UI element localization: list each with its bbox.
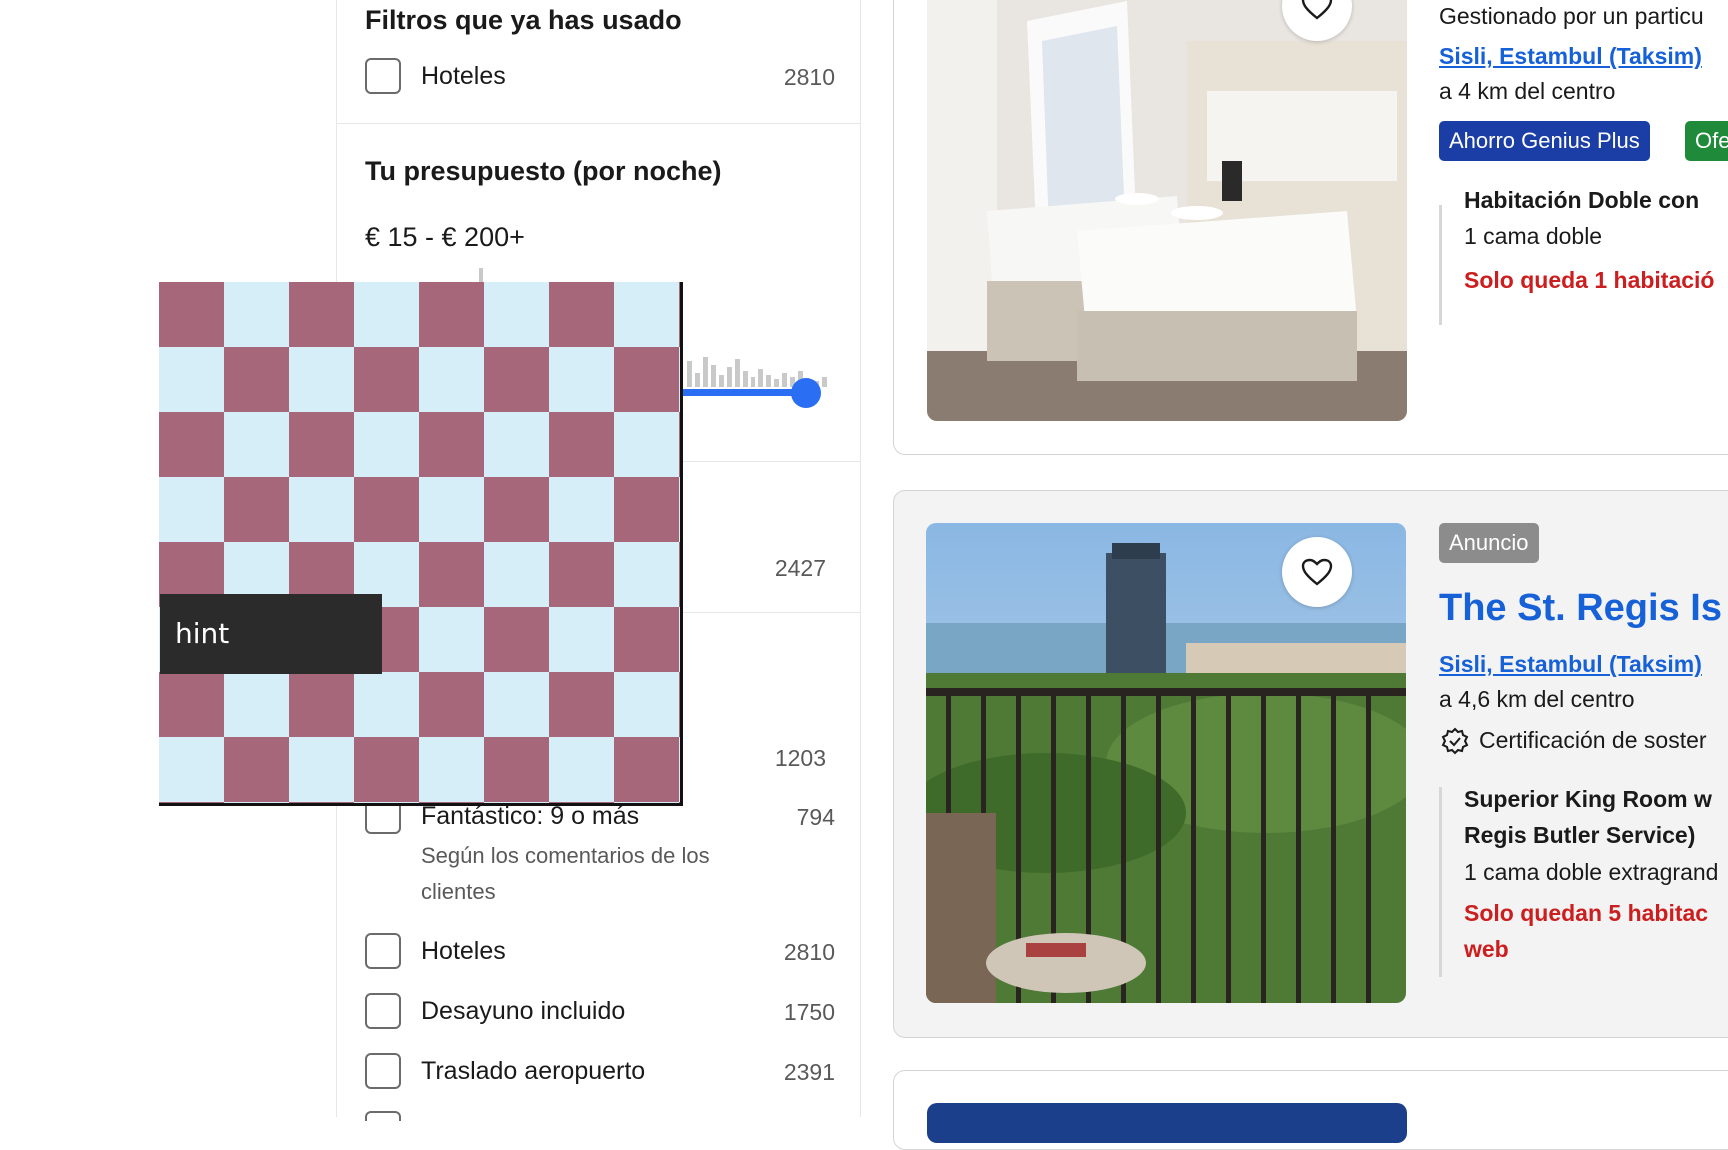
room-divider <box>1439 205 1442 325</box>
room-bed: 1 cama doble extragrand <box>1464 859 1719 885</box>
filter-label: Fantástico: 9 o más <box>421 802 640 830</box>
filter-hoteles[interactable]: Hoteles 2810 <box>365 933 835 973</box>
divider <box>337 123 860 124</box>
checkbox[interactable] <box>365 58 401 94</box>
hotel-card-sponsored[interactable]: Anuncio The St. Regis Is Sisli, Estambul… <box>893 490 1728 1038</box>
room-bed: 1 cama doble <box>1464 223 1603 249</box>
filter-label: Hoteles <box>421 62 506 90</box>
room-title: Superior King Room w <box>1464 786 1712 812</box>
availability-alert: Solo queda 1 habitació <box>1464 267 1715 293</box>
filter-label: Hoteles <box>421 937 506 965</box>
filter-traslado[interactable]: Traslado aeropuerto 2391 <box>365 1053 835 1093</box>
filter-count: 2810 <box>783 939 835 965</box>
hotel-card[interactable] <box>893 1070 1728 1150</box>
filter-hoteles-used[interactable]: Hoteles 2810 <box>365 58 835 98</box>
budget-title: Tu presupuesto (por noche) <box>365 156 722 186</box>
room-title: Habitación Doble con <box>1464 187 1700 213</box>
filter-count: 1750 <box>783 999 835 1025</box>
used-filters-title: Filtros que ya has usado <box>365 5 682 35</box>
budget-range: € 15 - € 200+ <box>365 222 525 252</box>
filter-description: Según los comentarios de los clientes <box>421 843 710 904</box>
room-divider <box>1439 787 1442 977</box>
favorite-heart-button[interactable] <box>1282 537 1352 607</box>
hotel-card[interactable]: Gestionado por un particu Sisli, Estambu… <box>893 0 1728 455</box>
availability-alert-cont: web <box>1464 936 1509 962</box>
offer-badge: Ofe <box>1685 121 1728 161</box>
filter-count: 2427 <box>774 555 826 581</box>
certification-icon <box>1439 726 1471 763</box>
hotel-name-link[interactable]: The St. Regis Is <box>1439 587 1722 630</box>
filter-label: Traslado aeropuerto <box>421 1057 646 1085</box>
checkbox[interactable] <box>365 993 401 1029</box>
checkerboard-overlay <box>159 282 683 806</box>
managed-by-text: Gestionado por un particu <box>1439 3 1704 29</box>
availability-alert: Solo quedan 5 habitac <box>1464 900 1709 926</box>
room-title-cont: Regis Butler Service) <box>1464 822 1696 848</box>
location-link[interactable]: Sisli, Estambul (Taksim) <box>1439 43 1702 70</box>
histogram-bar <box>479 268 483 282</box>
hint-tooltip: hint <box>160 594 382 674</box>
filter-count: 1203 <box>774 745 826 771</box>
filter-count: 2810 <box>783 64 835 90</box>
filter-count: 2391 <box>783 1059 835 1085</box>
location-link[interactable]: Sisli, Estambul (Taksim) <box>1439 651 1702 678</box>
filter-desayuno[interactable]: Desayuno incluido 1750 <box>365 993 835 1033</box>
hotel-photo[interactable] <box>927 0 1407 421</box>
distance-text: a 4,6 km del centro <box>1439 686 1635 712</box>
checkbox[interactable] <box>365 1053 401 1089</box>
heart-icon <box>1301 558 1333 586</box>
certification-text: Certificación de soster <box>1479 727 1707 753</box>
ad-badge: Anuncio <box>1439 523 1539 563</box>
filter-label: Desayuno incluido <box>421 997 626 1025</box>
checkbox[interactable] <box>365 933 401 969</box>
heart-icon <box>1301 0 1333 20</box>
hotel-photo[interactable] <box>927 1103 1407 1143</box>
filter-count: 794 <box>796 804 835 830</box>
genius-badge: Ahorro Genius Plus <box>1439 121 1650 161</box>
distance-text: a 4 km del centro <box>1439 78 1616 104</box>
price-slider-max-handle[interactable] <box>791 378 821 408</box>
checkbox[interactable] <box>365 1111 401 1121</box>
